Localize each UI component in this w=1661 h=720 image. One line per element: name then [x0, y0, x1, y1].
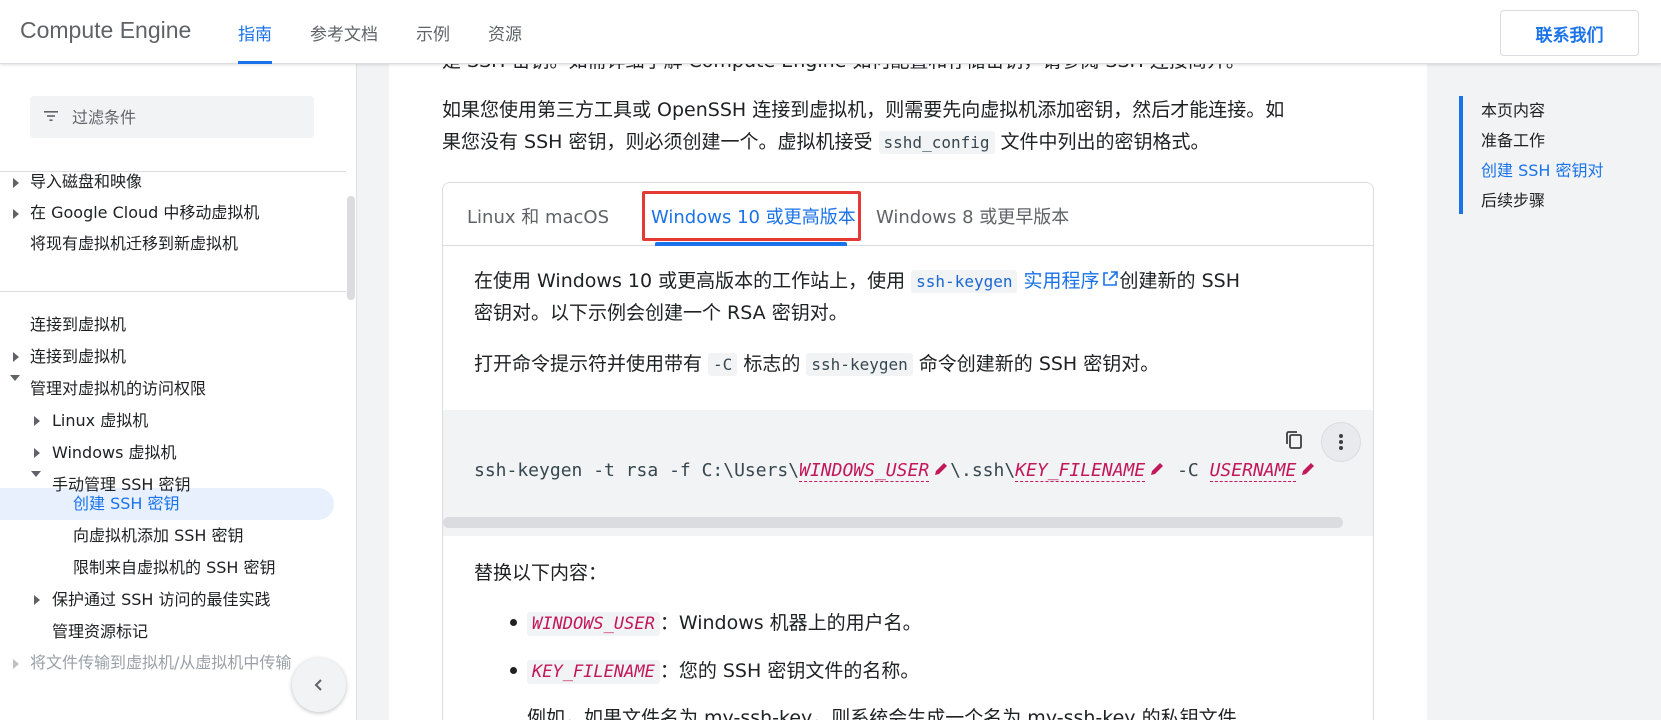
page-toc: 本页内容 准备工作 创建 SSH 密钥对 后续步骤: [1459, 96, 1659, 214]
ssh-keygen-utility-link[interactable]: 实用程序: [1024, 270, 1100, 292]
external-link-icon[interactable]: [1101, 270, 1119, 288]
intro-line-1: 如果您使用第三方工具或 OpenSSH 连接到虚拟机，则需要先向虚拟机添加密钥，…: [442, 99, 1285, 121]
code-text: -C: [1166, 460, 1210, 481]
expand-arrow-icon[interactable]: [34, 595, 40, 605]
os-tab-panel: Linux 和 macOS Windows 10 或更高版本 Windows 8…: [442, 182, 1374, 720]
intro-text: 果您没有 SSH 密钥，则必须创建一个。虚拟机接受: [442, 131, 879, 153]
sidebar-item-linux-vms[interactable]: Linux 虚拟机: [52, 406, 148, 436]
expand-arrow-icon[interactable]: [13, 178, 19, 188]
intro-text: 文件中列出的密钥格式。: [994, 131, 1210, 153]
sidebar-item-migrate-vm[interactable]: 将现有虚拟机迁移到新虚拟机: [30, 229, 238, 259]
sidebar-item-transfer-files[interactable]: 将文件传输到虚拟机/从虚拟机中传输: [30, 648, 291, 678]
expand-arrow-icon[interactable]: [13, 352, 19, 362]
var-windows-user: WINDOWS_USER: [527, 612, 660, 636]
paragraph-text: 命令创建新的 SSH 密钥对。: [912, 353, 1160, 375]
var-key-filename: KEY_FILENAME: [527, 660, 660, 684]
var-username[interactable]: USERNAME: [1209, 460, 1297, 482]
expand-arrow-icon[interactable]: [34, 416, 40, 426]
collapse-arrow-icon[interactable]: [31, 471, 41, 477]
contact-us-button[interactable]: 联系我们: [1500, 10, 1639, 56]
sidebar-item-windows-vms[interactable]: Windows 虚拟机: [52, 438, 177, 468]
sidebar-item-restrict-ssh-keys[interactable]: 限制来自虚拟机的 SSH 密钥: [73, 553, 276, 583]
bullet-text: ：您的 SSH 密钥文件的名称。: [659, 660, 920, 682]
bullet-item-key-filename: KEY_FILENAME ：您的 SSH 密钥文件的名称。: [527, 655, 919, 688]
nav-resources[interactable]: 资源: [488, 0, 522, 64]
filter-box: [30, 96, 314, 138]
edit-pencil-icon[interactable]: [1148, 460, 1166, 478]
edit-pencil-icon[interactable]: [1299, 460, 1317, 478]
paragraph-text: 打开命令提示符并使用带有: [474, 353, 709, 375]
brand-title[interactable]: Compute Engine: [20, 17, 191, 44]
code-more-options-button[interactable]: [1321, 422, 1361, 462]
top-nav: 指南 参考文档 示例 资源: [238, 0, 560, 64]
sidebar-item-import-disks[interactable]: 导入磁盘和映像: [30, 167, 142, 197]
top-header: Compute Engine 指南 参考文档 示例 资源 联系我们: [0, 0, 1661, 64]
toc-heading: 本页内容: [1481, 101, 1546, 120]
sidebar-item-add-ssh-keys[interactable]: 向虚拟机添加 SSH 密钥: [73, 521, 244, 551]
collapse-arrow-icon[interactable]: [10, 375, 20, 381]
sidebar-section-connect: 连接到虚拟机: [30, 315, 127, 334]
expand-arrow-icon[interactable]: [13, 659, 19, 669]
tab-annotation-box: [642, 191, 861, 241]
sidebar-item-manage-access[interactable]: 管理对虚拟机的访问权限: [30, 374, 206, 404]
nav-guides[interactable]: 指南: [238, 0, 272, 64]
tab-windows-8[interactable]: Windows 8 或更早版本: [876, 203, 1069, 229]
var-key-filename[interactable]: KEY_FILENAME: [1015, 460, 1146, 482]
sidebar-divider: [0, 291, 346, 292]
code-text: \.ssh\: [950, 460, 1016, 481]
paragraph-text: 在使用 Windows 10 或更高版本的工作站上，使用: [474, 270, 912, 292]
active-tab-indicator: [655, 242, 847, 246]
toc-item-whats-next[interactable]: 后续步骤: [1481, 186, 1545, 216]
nav-samples[interactable]: 示例: [416, 0, 450, 64]
tabs-bar: Linux 和 macOS Windows 10 或更高版本 Windows 8…: [443, 183, 1373, 246]
inline-code-ssh-keygen: ssh-keygen: [911, 270, 1018, 293]
bullet-dot: [510, 667, 517, 674]
bullet-item-windows-user: WINDOWS_USER ：Windows 机器上的用户名。: [527, 607, 922, 640]
nav-reference[interactable]: 参考文档: [310, 0, 378, 64]
filter-input[interactable]: [72, 96, 302, 138]
copy-code-button[interactable]: [1277, 424, 1311, 458]
main-content: 是 SSH 密钥。如需详细了解 Compute Engine 如何配置和存储密钥…: [389, 64, 1427, 720]
more-vert-icon: [1339, 434, 1343, 450]
partial-paragraph-top: 是 SSH 密钥。如需详细了解 Compute Engine 如何配置和存储密钥…: [442, 64, 1245, 77]
var-windows-user[interactable]: WINDOWS_USER: [799, 460, 930, 482]
edit-pencil-icon[interactable]: [932, 460, 950, 478]
intro-line-2: 果您没有 SSH 密钥，则必须创建一个。虚拟机接受 sshd_config 文件…: [442, 126, 1210, 159]
code-text: ssh-keygen -t rsa -f C:\Users\: [474, 460, 800, 481]
chevron-left-icon: [314, 679, 322, 691]
left-sidebar: 导入磁盘和映像 在 Google Cloud 中移动虚拟机 将现有虚拟机迁移到新…: [0, 64, 357, 720]
copy-icon: [1286, 430, 1302, 449]
sidebar-item-create-ssh-keys[interactable]: 创建 SSH 密钥: [73, 489, 180, 519]
tab-paragraph-2: 打开命令提示符并使用带有 -C 标志的 ssh-keygen 命令创建新的 SS…: [474, 348, 1159, 381]
replace-label: 替换以下内容：: [474, 562, 608, 584]
filter-icon: [44, 111, 58, 121]
expand-arrow-icon[interactable]: [13, 209, 19, 219]
sidebar-item-move-vms[interactable]: 在 Google Cloud 中移动虚拟机: [30, 198, 259, 228]
tab-paragraph-1-line-2: 密钥对。以下示例会创建一个 RSA 密钥对。: [474, 302, 848, 324]
collapse-sidebar-button[interactable]: [292, 658, 346, 712]
command-code-block: ssh-keygen -t rsa -f C:\Users\WINDOWS_US…: [443, 410, 1373, 536]
sidebar-item-connect-vms[interactable]: 连接到虚拟机: [30, 342, 126, 372]
inline-code-ssh-keygen: ssh-keygen: [806, 353, 913, 376]
bullet-dot: [510, 619, 517, 626]
ssh-keygen-command: ssh-keygen -t rsa -f C:\Users\WINDOWS_US…: [474, 460, 1317, 482]
paragraph-text: 创建新的 SSH: [1119, 270, 1240, 292]
expand-arrow-icon[interactable]: [34, 448, 40, 458]
tab-linux-macos[interactable]: Linux 和 macOS: [467, 203, 609, 229]
partial-paragraph-bottom: 例如，如果文件名为 my-ssh-key，则系统会生成一个名为 my-ssh-k…: [527, 707, 1237, 720]
toc-item-create-ssh-key-pair[interactable]: 创建 SSH 密钥对: [1481, 156, 1604, 186]
sidebar-item-manage-tags[interactable]: 管理资源标记: [52, 617, 148, 647]
inline-code-sshd-config: sshd_config: [878, 131, 995, 154]
toc-indicator: [1459, 96, 1463, 214]
inline-code-flag-c: -C: [708, 353, 738, 376]
bullet-text: ：Windows 机器上的用户名。: [659, 612, 922, 634]
sidebar-scrollbar[interactable]: [347, 196, 355, 300]
paragraph-text: 标志的: [737, 353, 807, 375]
sidebar-item-ssh-best-practices[interactable]: 保护通过 SSH 访问的最佳实践: [52, 585, 271, 615]
tab-paragraph-1: 在使用 Windows 10 或更高版本的工作站上，使用 ssh-keygen …: [474, 265, 1240, 298]
code-horizontal-scrollbar[interactable]: [443, 517, 1343, 528]
toc-item-before-you-begin[interactable]: 准备工作: [1481, 126, 1545, 156]
